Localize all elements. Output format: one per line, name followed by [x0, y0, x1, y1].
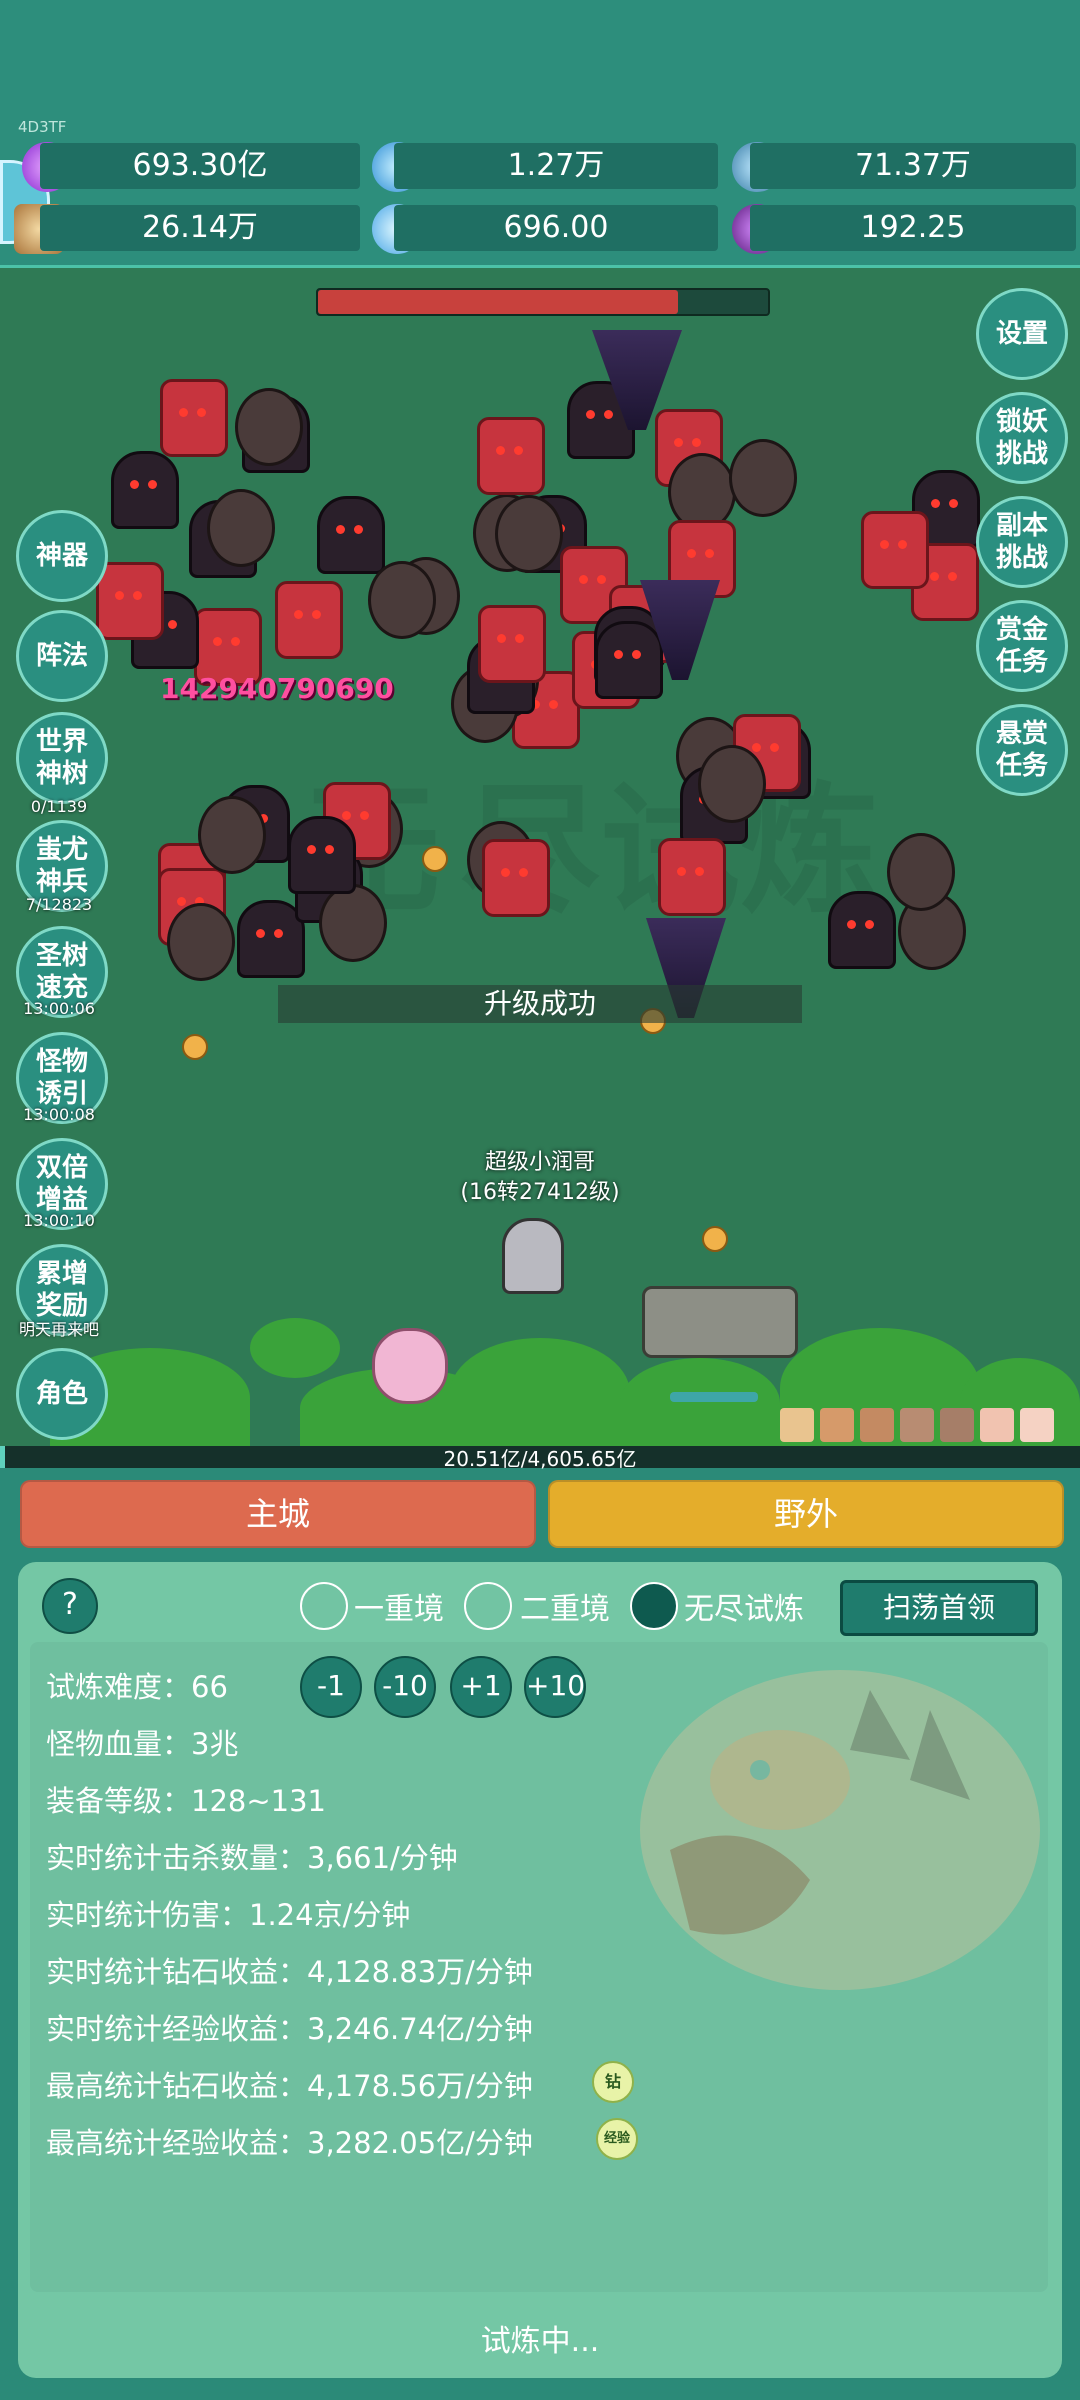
- player-nameplate: 超级小润哥 (16转27412级): [440, 1148, 640, 1208]
- difficulty-plus-10-button[interactable]: +10: [524, 1656, 586, 1718]
- stat-equip-level: 装备等级：128~131: [46, 1784, 327, 1818]
- stat-difficulty: 试炼难度：66: [46, 1670, 228, 1704]
- levelup-toast: 升级成功: [278, 985, 802, 1023]
- artifact-button[interactable]: 神器: [16, 510, 108, 602]
- buff-icon: [860, 1408, 894, 1442]
- pet-character: [372, 1328, 448, 1404]
- exp-badge-icon[interactable]: 经验: [596, 2118, 638, 2160]
- tank-hp-bar: [670, 1392, 758, 1402]
- monster: [197, 796, 266, 875]
- double-gain-timer: 13:00:10: [23, 1211, 95, 1230]
- monster: [319, 884, 388, 963]
- stat-best-exp-income: 最高统计经验收益：3,282.05亿/分钟: [46, 2126, 533, 2160]
- monster: [477, 605, 546, 684]
- monster: [828, 890, 897, 969]
- damage-number: 142940790690: [160, 672, 394, 705]
- formation-button[interactable]: 阵法: [16, 610, 108, 702]
- monster: [96, 562, 165, 641]
- monster: [110, 451, 179, 530]
- difficulty-minus-1-button[interactable]: -1: [300, 1656, 362, 1718]
- monster: [235, 388, 304, 467]
- player-character: [502, 1218, 564, 1294]
- mode-radio-2[interactable]: [464, 1582, 512, 1630]
- buff-icon-row: [780, 1408, 1070, 1444]
- mode-radio-3[interactable]: [630, 1582, 678, 1630]
- dungeon-button[interactable]: 副本挑战: [976, 496, 1068, 588]
- tree-charge-timer: 13:00:06: [23, 999, 95, 1018]
- buff-icon: [820, 1408, 854, 1442]
- coin-icon: [182, 1034, 208, 1060]
- monster: [275, 580, 344, 659]
- coin-icon: [422, 846, 448, 872]
- mode-label-2: 二重境: [520, 1592, 610, 1627]
- character-button[interactable]: 角色: [16, 1348, 108, 1440]
- stat-diamond-income: 实时统计钻石收益：4,128.83万/分钟: [46, 1955, 533, 1989]
- monster: [206, 488, 275, 567]
- buff-icon: [780, 1408, 814, 1442]
- monster: [287, 816, 356, 895]
- lock-demon-button[interactable]: 锁妖挑战: [976, 392, 1068, 484]
- stat-exp-income: 实时统计经验收益：3,246.74亿/分钟: [46, 2012, 533, 2046]
- tiger-illustration: [640, 1670, 1040, 1990]
- monster: [160, 379, 229, 458]
- wild-button[interactable]: 野外: [548, 1480, 1064, 1548]
- stat-kills: 实时统计击杀数量：3,661/分钟: [46, 1841, 458, 1875]
- resource-orb: 71.37万: [750, 143, 1076, 189]
- buff-icon: [900, 1408, 934, 1442]
- help-button[interactable]: ?: [42, 1578, 98, 1634]
- world-tree-button[interactable]: 世界神树: [16, 712, 108, 804]
- resource-ice: 696.00: [394, 205, 718, 251]
- resource-crystal: 1.27万: [394, 143, 718, 189]
- monster: [482, 839, 551, 918]
- monster: [166, 902, 235, 981]
- trial-status: 试炼中...: [480, 2324, 600, 2359]
- mode-label-3: 无尽试炼: [684, 1592, 804, 1627]
- cumulative-reward-note: 明天再来吧: [18, 1320, 99, 1339]
- battle-field: 无 尽 试 炼: [0, 268, 1080, 1450]
- stat-monster-hp: 怪物血量：3兆: [46, 1727, 239, 1761]
- monster: [698, 744, 767, 823]
- monster: [368, 561, 437, 640]
- difficulty-minus-10-button[interactable]: -10: [374, 1656, 436, 1718]
- world-tree-progress: 0/1139: [30, 797, 88, 816]
- monster: [494, 495, 563, 574]
- monster: [657, 837, 726, 916]
- buff-icon: [980, 1408, 1014, 1442]
- mode-label-1: 一重境: [354, 1592, 444, 1627]
- tank-companion: [642, 1286, 798, 1358]
- buff-icon: [940, 1408, 974, 1442]
- exp-text: 20.51亿/4,605.65亿: [443, 1447, 637, 1471]
- bounty-task-button[interactable]: 悬赏任务: [976, 704, 1068, 796]
- boss-hp-bar: [316, 288, 770, 316]
- monster-lure-timer: 13:00:08: [23, 1105, 95, 1124]
- gold-task-button[interactable]: 赏金任务: [976, 600, 1068, 692]
- resource-potion: 192.25: [750, 205, 1076, 251]
- main-city-button[interactable]: 主城: [20, 1480, 536, 1548]
- player-name: 超级小润哥: [484, 1150, 595, 1175]
- stat-damage: 实时统计伤害：1.24京/分钟: [46, 1898, 411, 1932]
- monster: [477, 416, 546, 495]
- difficulty-plus-1-button[interactable]: +1: [450, 1656, 512, 1718]
- boss-hp-fill: [318, 290, 678, 314]
- mode-radio-1[interactable]: [300, 1582, 348, 1630]
- server-tag: 4D3TF: [18, 118, 67, 136]
- monster: [860, 510, 929, 589]
- player-level: (16转27412级): [460, 1180, 620, 1205]
- monster: [595, 621, 664, 700]
- stat-best-diamond-income: 最高统计钻石收益：4,178.56万/分钟: [46, 2069, 533, 2103]
- monster: [729, 439, 797, 518]
- settings-button[interactable]: 设置: [976, 288, 1068, 380]
- resource-header: 4D3TF 693.30亿 1.27万 71.37万 26.14万 696.00…: [0, 0, 1080, 268]
- chiyou-progress: 7/12823: [25, 895, 93, 914]
- resource-gems: 693.30亿: [40, 143, 360, 189]
- monster: [887, 832, 956, 911]
- monster: [317, 495, 386, 574]
- resource-scroll: 26.14万: [40, 205, 360, 251]
- buff-icon: [1020, 1408, 1054, 1442]
- diamond-badge-icon[interactable]: 钻: [592, 2061, 634, 2103]
- sweep-boss-button[interactable]: 扫荡首领: [840, 1580, 1038, 1636]
- coin-icon: [702, 1226, 728, 1252]
